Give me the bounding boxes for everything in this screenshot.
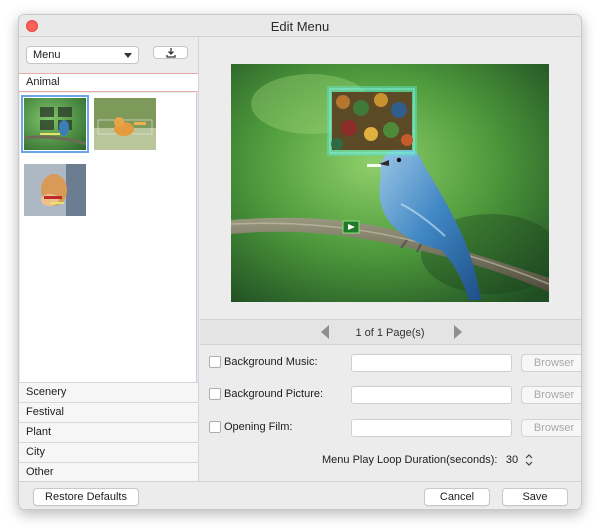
next-page-icon[interactable] <box>454 325 462 339</box>
background-picture-browse-button[interactable]: Browser <box>521 386 581 404</box>
category-list: Scenery Festival Plant City Other <box>19 382 198 482</box>
template-thumb-cat[interactable] <box>94 98 156 150</box>
template-sidebar: Menu Animal Scenery Festival Plant City … <box>19 37 199 482</box>
title-bar: Edit Menu <box>19 15 581 37</box>
background-music-label: Background Music: <box>224 356 318 368</box>
menu-preview-canvas <box>231 64 549 302</box>
loop-duration-label: Menu Play Loop Duration(seconds): <box>322 454 498 466</box>
caret-down-icon <box>124 53 132 58</box>
save-button[interactable]: Save <box>502 488 568 506</box>
background-picture-checkbox[interactable] <box>209 388 221 400</box>
play-icon[interactable] <box>342 220 360 234</box>
cancel-button[interactable]: Cancel <box>424 488 490 506</box>
loop-duration-input[interactable]: 30 <box>504 451 520 469</box>
category-animal[interactable]: Animal <box>19 73 198 92</box>
dialog-footer: Restore Defaults Cancel Save <box>19 481 581 509</box>
category-other[interactable]: Other <box>19 462 198 482</box>
opening-film-checkbox[interactable] <box>209 421 221 433</box>
template-thumb-dog[interactable] <box>24 164 86 216</box>
background-picture-label: Background Picture: <box>224 388 324 400</box>
background-music-field[interactable] <box>351 354 512 372</box>
prev-page-icon[interactable] <box>321 325 329 339</box>
restore-defaults-button[interactable]: Restore Defaults <box>33 488 139 506</box>
background-picture-field[interactable] <box>351 386 512 404</box>
stepper-icon <box>525 454 533 466</box>
window-title: Edit Menu <box>270 19 330 34</box>
category-scenery[interactable]: Scenery <box>19 382 198 402</box>
page-indicator: 1 of 1 Page(s) <box>355 327 425 339</box>
category-festival[interactable]: Festival <box>19 402 198 422</box>
category-city[interactable]: City <box>19 442 198 462</box>
page-navigator: 1 of 1 Page(s) <box>200 319 581 345</box>
category-plant[interactable]: Plant <box>19 422 198 442</box>
download-button[interactable] <box>153 46 188 59</box>
menu-type-select[interactable]: Menu <box>26 46 139 64</box>
template-thumbnail-grid <box>20 93 197 382</box>
loop-duration-stepper[interactable] <box>524 452 534 468</box>
opening-film-label: Opening Film: <box>224 421 293 433</box>
menu-type-value: Menu <box>33 49 61 61</box>
background-music-checkbox[interactable] <box>209 356 221 368</box>
opening-film-field[interactable] <box>351 419 512 437</box>
template-thumb-bird[interactable] <box>21 95 89 153</box>
opening-film-browse-button[interactable]: Browser <box>521 419 581 437</box>
edit-menu-window: Edit Menu Menu Animal Scenery Festival P… <box>18 14 582 510</box>
background-music-browse-button[interactable]: Browser <box>521 354 581 372</box>
download-icon <box>166 48 176 58</box>
